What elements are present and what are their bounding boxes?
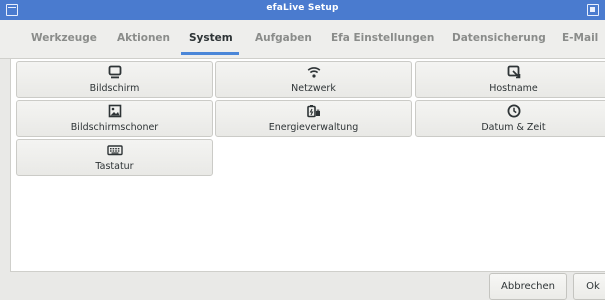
ok-button[interactable]: Ok — [573, 273, 605, 300]
datum-zeit-button[interactable]: Datum & Zeit — [415, 100, 605, 137]
hostname-button[interactable]: Hostname — [415, 61, 605, 98]
wifi-icon — [307, 67, 320, 78]
bildschirmschoner-button[interactable]: Bildschirmschoner — [16, 100, 213, 137]
maximize-icon[interactable] — [587, 4, 599, 16]
tile-label: Hostname — [489, 83, 538, 94]
tile-label: Bildschirmschoner — [70, 122, 159, 133]
tile-label: Netzwerk — [291, 83, 336, 94]
cancel-button[interactable]: Abbrechen — [489, 273, 567, 300]
tab-system[interactable]: System — [189, 32, 233, 44]
bildschirm-button[interactable]: Bildschirm — [16, 61, 213, 98]
tile-label: Bildschirm — [89, 83, 140, 94]
tab-aufgaben[interactable]: Aufgaben — [255, 32, 312, 44]
tab-e-mail[interactable]: E-Mail — [562, 32, 598, 44]
monitor-icon — [108, 65, 121, 79]
window-titlebar: efaLive Setup — [0, 0, 605, 20]
keyboard-icon — [106, 145, 123, 156]
screensaver-icon — [108, 104, 121, 118]
clock-icon — [507, 104, 520, 118]
tab-efa-einstellungen[interactable]: Efa Einstellungen — [331, 32, 434, 44]
tile-label: Energieverwaltung — [268, 122, 359, 133]
system-panel: Bildschirm Netzwerk Hostname Bildschirms… — [10, 58, 605, 272]
active-tab-indicator — [181, 52, 239, 55]
hostname-icon — [507, 65, 520, 79]
tile-label: Datum & Zeit — [481, 122, 546, 133]
power-management-icon — [306, 105, 320, 118]
tile-label: Tastatur — [95, 161, 134, 172]
netzwerk-button[interactable]: Netzwerk — [215, 61, 412, 98]
tab-datensicherung[interactable]: Datensicherung — [452, 32, 546, 44]
window-title: efaLive Setup — [266, 3, 339, 13]
energieverwaltung-button[interactable]: Energieverwaltung — [215, 100, 412, 137]
tab-aktionen[interactable]: Aktionen — [117, 32, 170, 44]
tab-werkzeuge[interactable]: Werkzeuge — [31, 32, 97, 44]
tastatur-button[interactable]: Tastatur — [16, 139, 213, 176]
tab-bar: Werkzeuge Aktionen System Aufgaben Efa E… — [0, 20, 605, 59]
